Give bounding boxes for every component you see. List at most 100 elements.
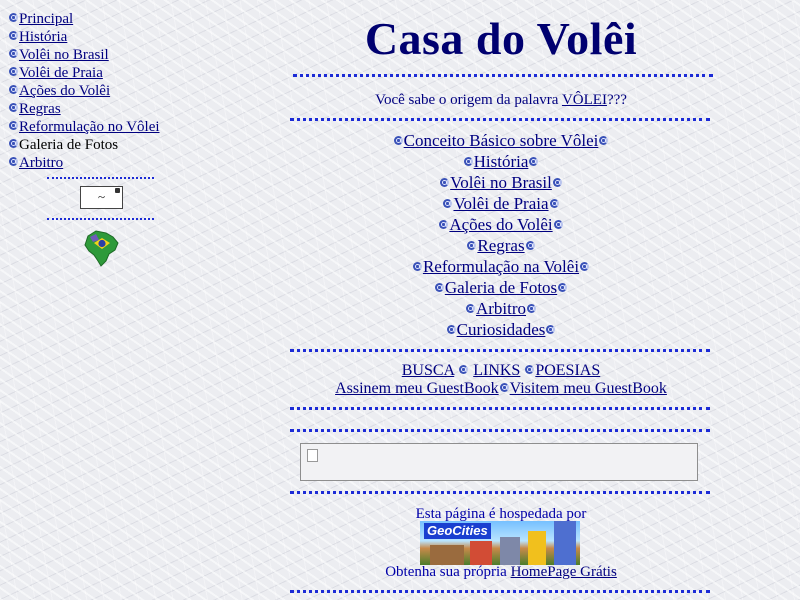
sidebar-link-volei-de-praia[interactable]: Volêi de Praia bbox=[19, 65, 103, 81]
divider-rule bbox=[293, 74, 713, 77]
sidebar-item-principal[interactable]: Principal bbox=[8, 10, 198, 28]
links-link[interactable]: LINKS bbox=[473, 362, 520, 379]
poesias-link[interactable]: POESIAS bbox=[535, 362, 600, 379]
swirl-bullet-icon bbox=[558, 283, 568, 292]
sidebar-divider-bottom bbox=[47, 218, 154, 220]
menu-item-conceito[interactable]: Conceito Básico sobre Vôlei bbox=[290, 130, 712, 151]
swirl-bullet-icon bbox=[9, 103, 18, 112]
banner-building bbox=[430, 545, 464, 565]
sign-guestbook-link[interactable]: Assinem meu GuestBook bbox=[335, 380, 499, 397]
sidebar-item-reformulacao[interactable]: Reformulação no Vôlei bbox=[8, 118, 198, 136]
swirl-bullet-icon bbox=[9, 67, 18, 76]
busca-link[interactable]: BUSCA bbox=[402, 362, 454, 379]
sidebar-link-arbitro[interactable]: Arbitro bbox=[19, 155, 63, 171]
banner-building bbox=[500, 537, 520, 565]
sidebar-link-volei-no-brasil[interactable]: Volêi no Brasil bbox=[19, 47, 109, 63]
sidebar-link-historia[interactable]: História bbox=[19, 29, 67, 45]
sidebar-item-arbitro[interactable]: Arbitro bbox=[8, 154, 198, 172]
extras-row-top: BUSCA LINKS POESIAS bbox=[290, 362, 712, 380]
menu-item-galeria[interactable]: Galeria de Fotos bbox=[290, 277, 712, 298]
get-homepage-prefix: Obtenha sua própria bbox=[385, 564, 511, 580]
origin-question: Você sabe o origem da palavra VÔLEI??? bbox=[290, 92, 712, 109]
menu-item-reformulacao[interactable]: Reformulação na Volêi bbox=[290, 256, 712, 277]
swirl-bullet-icon bbox=[499, 383, 509, 392]
swirl-bullet-icon bbox=[9, 49, 18, 58]
swirl-bullet-icon bbox=[529, 157, 539, 166]
sidebar-item-historia[interactable]: História bbox=[8, 28, 198, 46]
menu-link-reformulacao[interactable]: Reformulação na Volêi bbox=[423, 257, 579, 276]
sidebar-item-acoes[interactable]: Ações do Volêi bbox=[8, 82, 198, 100]
banner-building bbox=[528, 531, 546, 565]
menu-item-arbitro[interactable]: Arbitro bbox=[290, 298, 712, 319]
swirl-bullet-icon bbox=[467, 241, 477, 250]
view-guestbook-link[interactable]: Visitem meu GuestBook bbox=[510, 380, 667, 397]
divider-rule bbox=[290, 491, 710, 494]
menu-link-galeria[interactable]: Galeria de Fotos bbox=[445, 278, 557, 297]
sidebar-link-principal[interactable]: Principal bbox=[19, 11, 73, 27]
swirl-bullet-icon bbox=[434, 283, 444, 292]
volei-origin-link[interactable]: VÔLEI bbox=[562, 92, 607, 108]
sidebar-divider-top bbox=[47, 177, 154, 179]
sidebar-item-volei-de-praia[interactable]: Volêi de Praia bbox=[8, 64, 198, 82]
free-homepage-link[interactable]: HomePage Grátis bbox=[511, 564, 617, 580]
question-prefix: Você sabe o origem da palavra bbox=[375, 92, 562, 108]
swirl-bullet-icon bbox=[527, 304, 537, 313]
menu-link-arbitro[interactable]: Arbitro bbox=[476, 299, 526, 318]
brazil-map-icon bbox=[84, 230, 119, 267]
swirl-bullet-icon bbox=[465, 304, 475, 313]
mail-icon[interactable]: ~ bbox=[80, 186, 123, 209]
sidebar-link-regras[interactable]: Regras bbox=[19, 101, 61, 117]
sidebar-link-reformulacao[interactable]: Reformulação no Vôlei bbox=[19, 119, 160, 135]
menu-item-curiosidades[interactable]: Curiosidades bbox=[290, 319, 712, 340]
divider-rule bbox=[290, 590, 710, 593]
swirl-bullet-icon bbox=[439, 220, 449, 229]
sidebar-item-regras[interactable]: Regras bbox=[8, 100, 198, 118]
menu-link-acoes[interactable]: Ações do Volêi bbox=[449, 215, 552, 234]
menu-link-conceito[interactable]: Conceito Básico sobre Vôlei bbox=[404, 131, 599, 150]
extras-links: BUSCA LINKS POESIAS Assinem meu GuestBoo… bbox=[290, 362, 712, 398]
swirl-bullet-icon bbox=[463, 157, 473, 166]
sidebar-item-galeria: Galeria de Fotos bbox=[8, 136, 198, 154]
divider-rule bbox=[290, 429, 710, 432]
swirl-bullet-icon bbox=[412, 262, 422, 271]
swirl-bullet-icon bbox=[440, 178, 450, 187]
swirl-bullet-icon bbox=[525, 365, 535, 374]
get-homepage-text: Obtenha sua própria HomePage Grátis bbox=[290, 564, 712, 581]
swirl-bullet-icon bbox=[580, 262, 590, 271]
sidebar-link-acoes[interactable]: Ações do Volêi bbox=[19, 83, 110, 99]
geocities-banner[interactable]: GeoCities bbox=[420, 521, 580, 565]
menu-item-regras[interactable]: Regras bbox=[290, 235, 712, 256]
page-title: Casa do Volêi bbox=[364, 13, 638, 64]
divider-rule bbox=[290, 349, 710, 352]
menu-item-acoes[interactable]: Ações do Volêi bbox=[290, 214, 712, 235]
swirl-bullet-icon bbox=[599, 136, 609, 145]
menu-link-regras[interactable]: Regras bbox=[477, 236, 524, 255]
swirl-bullet-icon bbox=[9, 121, 18, 130]
banner-building bbox=[554, 521, 576, 565]
swirl-bullet-icon bbox=[9, 31, 18, 40]
swirl-bullet-icon bbox=[9, 85, 18, 94]
embedded-frame bbox=[300, 443, 698, 481]
broken-image-icon bbox=[307, 449, 318, 462]
swirl-bullet-icon bbox=[459, 365, 469, 374]
menu-link-volei-no-brasil[interactable]: Volêi no Brasil bbox=[450, 173, 552, 192]
divider-rule bbox=[290, 118, 710, 121]
menu-link-volei-de-praia[interactable]: Volêi de Praia bbox=[453, 194, 548, 213]
menu-item-historia[interactable]: História bbox=[290, 151, 712, 172]
divider-rule bbox=[290, 407, 710, 410]
swirl-bullet-icon bbox=[546, 325, 556, 334]
geocities-logo: GeoCities bbox=[424, 523, 491, 539]
extras-row-guestbook: Assinem meu GuestBook Visitem meu GuestBo… bbox=[290, 380, 712, 398]
menu-link-historia[interactable]: História bbox=[474, 152, 529, 171]
menu-item-volei-no-brasil[interactable]: Volêi no Brasil bbox=[290, 172, 712, 193]
swirl-bullet-icon bbox=[393, 136, 403, 145]
swirl-bullet-icon bbox=[553, 220, 563, 229]
swirl-bullet-icon bbox=[446, 325, 456, 334]
swirl-bullet-icon bbox=[9, 157, 18, 166]
sidebar-item-volei-no-brasil[interactable]: Volêi no Brasil bbox=[8, 46, 198, 64]
sidebar-label-galeria: Galeria de Fotos bbox=[19, 137, 119, 153]
menu-link-curiosidades[interactable]: Curiosidades bbox=[457, 320, 546, 339]
question-suffix: ??? bbox=[606, 92, 627, 108]
sidebar-nav: Principal História Volêi no Brasil Volêi… bbox=[8, 10, 198, 172]
menu-item-volei-de-praia[interactable]: Volêi de Praia bbox=[290, 193, 712, 214]
